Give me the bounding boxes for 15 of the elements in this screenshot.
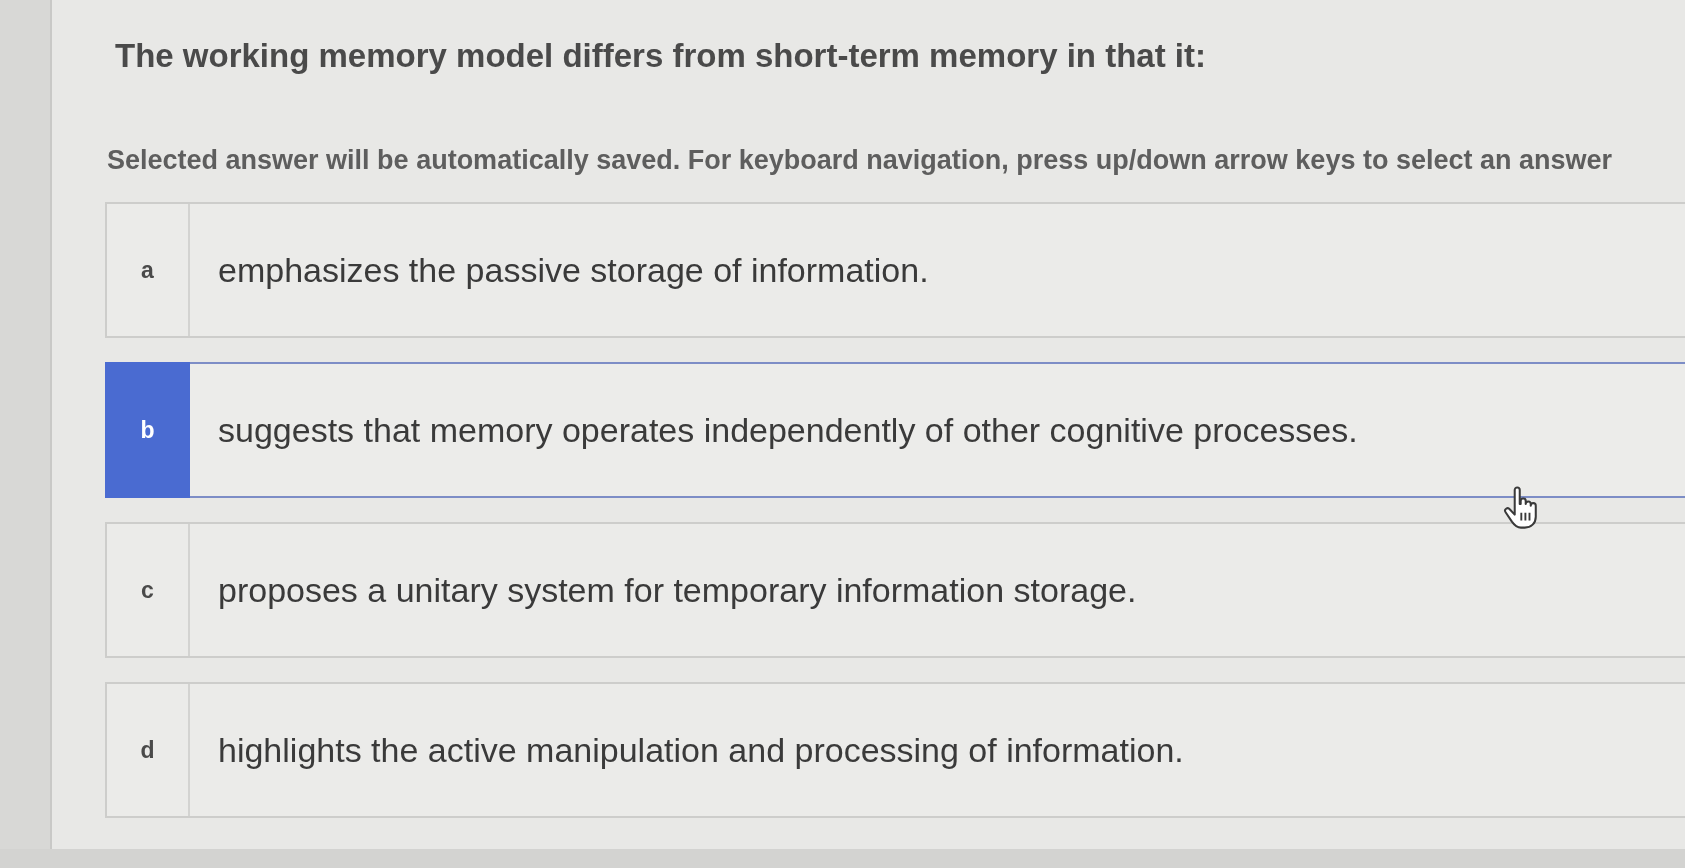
- option-letter: b: [105, 362, 190, 498]
- question-text: The working memory model differs from short-term memory in that it:: [115, 36, 1206, 76]
- option-letter: d: [107, 684, 190, 816]
- answer-option[interactable]: a emphasizes the passive storage of information.: [105, 202, 1685, 338]
- option-text: emphasizes the passive storage of information.: [218, 250, 929, 291]
- pointer-cursor-icon: [1502, 486, 1540, 530]
- instructions-text: Selected answer will be automatically saved. For keyboard navigation, press up/down arrow keys to select an answer: [107, 144, 1613, 177]
- answer-option[interactable]: d highlights the active manipulation and processing of information.: [105, 682, 1685, 818]
- answer-option[interactable]: c proposes a unitary system for temporary information storage.: [105, 522, 1685, 658]
- option-text: highlights the active manipulation and processing of information.: [218, 730, 1184, 771]
- answer-option[interactable]: b suggests that memory operates independently of other cognitive processes.: [105, 362, 1685, 498]
- option-text: suggests that memory operates independently of other cognitive processes.: [218, 410, 1358, 451]
- option-text: proposes a unitary system for temporary information storage.: [218, 570, 1137, 611]
- option-letter: a: [107, 204, 190, 336]
- option-letter: c: [107, 524, 190, 656]
